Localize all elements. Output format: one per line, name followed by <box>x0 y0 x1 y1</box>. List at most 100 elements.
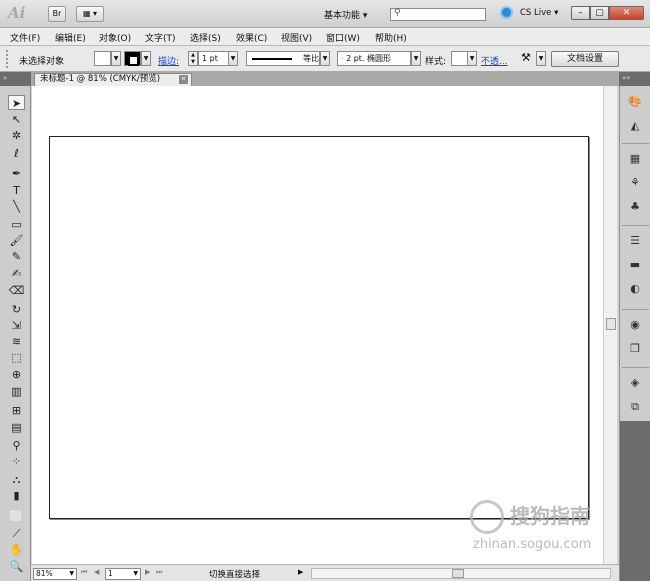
mesh-tool-icon[interactable]: ⊞ <box>8 403 25 418</box>
bridge-button[interactable]: Br <box>48 6 66 22</box>
canvas[interactable] <box>32 86 617 564</box>
fill-swatch[interactable] <box>94 51 111 66</box>
fill-dropdown[interactable]: ▼ <box>111 51 121 66</box>
menu-edit[interactable]: 编辑(E) <box>55 31 86 44</box>
control-bar-grip[interactable] <box>6 50 10 68</box>
close-button[interactable]: ✕ <box>609 6 644 20</box>
rotate-tool-icon[interactable]: ↻ <box>8 302 25 317</box>
eyedropper-tool-icon[interactable]: ⚲ <box>8 438 25 453</box>
menu-view[interactable]: 视图(V) <box>281 31 312 44</box>
transparency-panel-icon[interactable]: ◐ <box>627 282 643 296</box>
horizontal-scrollbar[interactable] <box>311 568 611 579</box>
brushes-panel-icon[interactable]: ⚘ <box>627 176 643 190</box>
maximize-button[interactable]: ▢ <box>590 6 609 20</box>
pencil-tool-icon[interactable]: ✎ <box>8 249 25 264</box>
watermark-logo <box>470 500 504 534</box>
status-text: 切换直接选择 <box>209 570 261 580</box>
stroke-panel-icon[interactable]: ☰ <box>627 234 643 248</box>
opacity-link[interactable]: 不透... <box>481 54 508 67</box>
cs-live-menu[interactable]: CS Live ▾ <box>520 8 558 18</box>
stroke-swatch[interactable] <box>124 51 141 66</box>
artboards-panel-icon[interactable]: ⧉ <box>627 400 643 414</box>
first-artboard-icon[interactable]: ⏮ <box>81 568 87 577</box>
graphic-style-swatch[interactable] <box>451 51 468 66</box>
artboard[interactable] <box>49 136 589 519</box>
zoom-field[interactable]: 81% ▼ <box>33 568 77 580</box>
color-guide-panel-icon[interactable]: ◭ <box>627 119 643 133</box>
blob-brush-tool-icon[interactable]: ✍ <box>8 266 25 281</box>
last-artboard-icon[interactable]: ⏭ <box>156 568 162 577</box>
close-tab-icon[interactable]: ✕ <box>179 75 188 84</box>
brush-dropdown[interactable]: ▼ <box>411 51 421 66</box>
direct-selection-tool-icon[interactable]: ↖ <box>8 112 25 127</box>
symbols-panel-icon[interactable]: ♣ <box>627 200 643 214</box>
perspective-grid-tool-icon[interactable]: ▥ <box>8 384 25 399</box>
status-menu-icon[interactable]: ▶ <box>298 568 308 576</box>
menu-file[interactable]: 文件(F) <box>10 31 40 44</box>
selection-tool-icon[interactable]: ➤ <box>8 95 25 110</box>
workspace-switcher[interactable]: 基本功能 ▾ <box>324 8 367 21</box>
zoom-tool-icon[interactable]: 🔍 <box>8 559 25 574</box>
blend-tool-icon[interactable]: ⁘ <box>8 454 25 469</box>
free-transform-tool-icon[interactable]: ⬚ <box>8 350 25 365</box>
artboard-number-field[interactable]: 1 ▼ <box>105 568 141 580</box>
hand-tool-icon[interactable]: ✋ <box>8 542 25 557</box>
graphic-style-dropdown[interactable]: ▼ <box>467 51 477 66</box>
paintbrush-tool-icon[interactable]: 🖌 <box>8 233 25 248</box>
dock-empty-area <box>620 421 650 581</box>
stroke-weight-dropdown[interactable]: ▼ <box>228 51 238 66</box>
line-tool-icon[interactable]: ╲ <box>8 199 25 214</box>
arrange-documents-button[interactable]: ▦ ▾ <box>76 6 104 22</box>
symbol-sprayer-tool-icon[interactable]: ⛬ <box>8 472 25 487</box>
shape-builder-tool-icon[interactable]: ⊕ <box>8 367 25 382</box>
previous-artboard-icon[interactable]: ◀ <box>94 568 99 576</box>
scale-tool-icon[interactable]: ⇲ <box>8 318 25 333</box>
vertical-scroll-thumb[interactable] <box>606 318 616 330</box>
stroke-color-dropdown[interactable]: ▼ <box>141 51 151 66</box>
menu-window[interactable]: 窗口(W) <box>326 31 360 44</box>
variable-width-profile[interactable]: 等比 <box>246 51 320 66</box>
document-tab[interactable]: 未标题-1 @ 81% (CMYK/预览) <box>34 73 192 86</box>
graphic-styles-panel-icon[interactable]: ❐ <box>627 342 643 356</box>
lasso-tool-icon[interactable]: ℓ <box>8 146 25 161</box>
search-icon: ⚲ <box>394 8 401 18</box>
next-artboard-icon[interactable]: ▶ <box>145 568 150 576</box>
gradient-panel-icon[interactable]: ▬ <box>627 258 643 272</box>
stroke-link[interactable]: 描边: <box>158 54 179 67</box>
menu-object[interactable]: 对象(O) <box>99 31 131 44</box>
artboard-tool-icon[interactable]: ⬜ <box>8 509 25 524</box>
stroke-weight-spinner[interactable]: ▲ ▼ <box>188 51 198 66</box>
layers-panel-icon[interactable]: ◈ <box>627 376 643 390</box>
color-panel-icon[interactable]: 🎨 <box>627 95 643 109</box>
swatches-panel-icon[interactable]: ▦ <box>627 152 643 166</box>
tools-panel-collapse-icon[interactable]: » <box>0 72 31 86</box>
brush-definition-label: 2 pt. 椭圆形 <box>346 54 392 63</box>
vertical-scrollbar[interactable] <box>603 86 617 564</box>
type-tool-icon[interactable]: T <box>8 183 25 198</box>
search-input[interactable]: ⚲ <box>390 8 486 21</box>
warp-tool-icon[interactable]: ≋ <box>8 334 25 349</box>
recolor-artwork-icon[interactable]: ⚒ <box>521 51 531 64</box>
profile-dropdown[interactable]: ▼ <box>320 51 330 66</box>
document-tab-title: 未标题-1 @ 81% (CMYK/预览) <box>40 74 161 84</box>
menu-help[interactable]: 帮助(H) <box>375 31 407 44</box>
menu-type[interactable]: 文字(T) <box>145 31 176 44</box>
menu-bar: 文件(F) 编辑(E) 对象(O) 文字(T) 选择(S) 效果(C) 视图(V… <box>0 28 650 46</box>
menu-effect[interactable]: 效果(C) <box>236 31 267 44</box>
recolor-dropdown[interactable]: ▼ <box>536 51 546 66</box>
gradient-tool-icon[interactable]: ▤ <box>8 420 25 435</box>
rectangle-tool-icon[interactable]: ▭ <box>8 217 25 232</box>
document-setup-button[interactable]: 文档设置 <box>551 51 619 67</box>
horizontal-scroll-thumb[interactable] <box>452 569 464 578</box>
appearance-panel-icon[interactable]: ◉ <box>627 318 643 332</box>
slice-tool-icon[interactable]: ⟋ <box>8 526 25 541</box>
menu-select[interactable]: 选择(S) <box>190 31 221 44</box>
magic-wand-tool-icon[interactable]: ✲ <box>8 128 25 143</box>
column-graph-tool-icon[interactable]: ▮ <box>8 488 25 503</box>
brush-definition-field[interactable]: · 2 pt. 椭圆形 <box>337 51 411 66</box>
dock-expand-icon[interactable]: «« <box>619 72 650 86</box>
pen-tool-icon[interactable]: ✒ <box>8 166 25 181</box>
minimize-button[interactable]: – <box>571 6 590 20</box>
eraser-tool-icon[interactable]: ⌫ <box>8 283 25 298</box>
stroke-weight-field[interactable]: 1 pt <box>198 51 230 66</box>
